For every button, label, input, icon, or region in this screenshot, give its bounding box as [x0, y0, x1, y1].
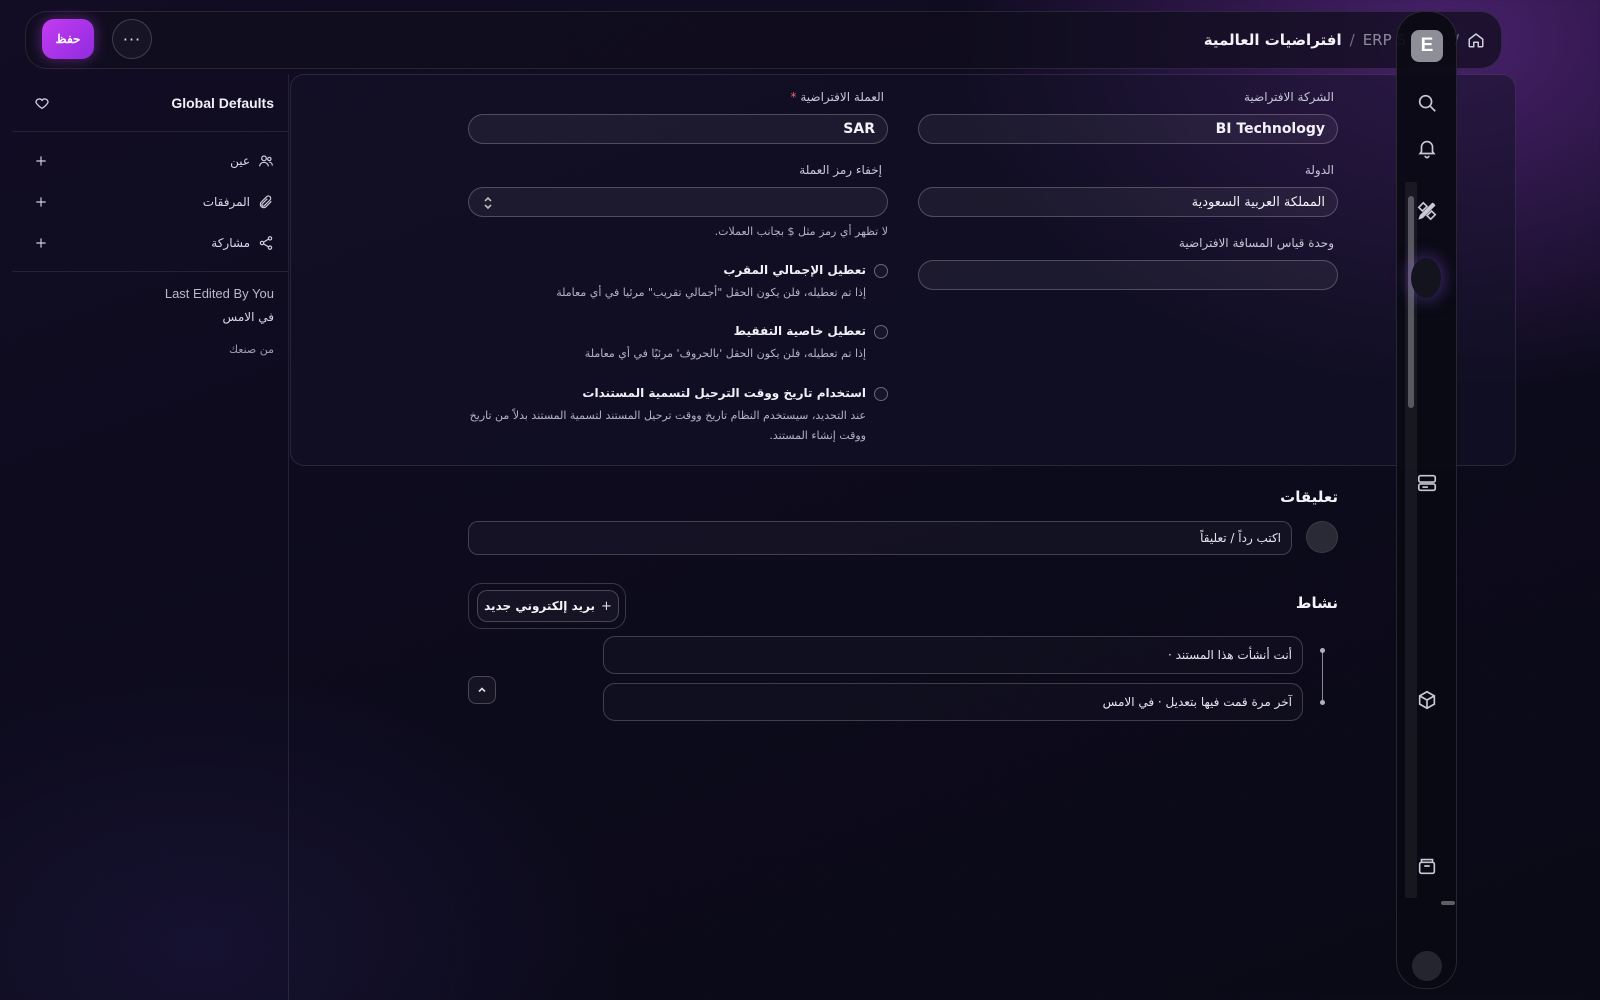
disable-in-words-title: تعطيل خاصية التفقيط	[733, 324, 866, 338]
plus-icon[interactable]	[34, 195, 48, 209]
sidebar-item-label: مشاركة	[211, 235, 250, 250]
activity-heading: نشاط	[1295, 594, 1338, 612]
distance-uom-label: وحدة قياس المسافة الافتراضية	[1178, 236, 1334, 250]
disable-rounded-total-checkbox[interactable]	[874, 264, 888, 278]
use-posting-datetime-row: استخدام تاريخ ووقت الترحيل لتسمية المستن…	[470, 386, 866, 446]
default-company-field[interactable]: BI Technology	[918, 114, 1338, 144]
sidebar-title: Global Defaults	[171, 94, 274, 111]
timeline-line	[1322, 648, 1323, 704]
heart-icon[interactable]	[34, 95, 50, 111]
disable-rounded-total-row: تعطيل الإجمالي المقرب إذا تم تعطيله، فلن…	[556, 263, 866, 303]
last-edited-label: Last Edited By You	[164, 286, 274, 301]
search-icon[interactable]	[1416, 92, 1438, 114]
new-email-button-wrapper: + بريد إلكتروني جديد	[468, 583, 626, 629]
users-icon	[259, 154, 273, 166]
scrollbar-thumb[interactable]	[1408, 196, 1414, 408]
disable-in-words-description: إذا تم تعطيله، فلن يكون الحقل 'بالحروف' …	[584, 347, 866, 360]
disable-rounded-total-description: إذا تم تعطيله، فلن يكون الحقل "أجمالي تق…	[556, 286, 866, 299]
horizontal-scroll-thumb[interactable]	[1441, 901, 1455, 905]
hide-currency-symbol-help: لا تظهر أي رمز مثل $ بجانب العملات.	[714, 225, 888, 238]
default-currency-field[interactable]: SAR	[468, 114, 888, 144]
save-button[interactable]: حفظ	[42, 19, 94, 59]
sidebar-meta: Last Edited By You في الامس من صنعك	[12, 272, 288, 356]
avatar	[1306, 521, 1338, 553]
comments-heading: تعليقات	[1280, 488, 1338, 506]
sidebar-item-assign[interactable]: عين	[12, 140, 288, 181]
sidebar: Global Defaults عين المرفقات مشاركة Last	[12, 74, 289, 1000]
paperclip-icon	[259, 194, 272, 208]
sidebar-actions: عين المرفقات مشاركة	[12, 132, 288, 272]
sidebar-item-label: عين	[230, 153, 250, 168]
top-bar: حفظ ··· افتراضيات العالمية / ERP S /	[25, 11, 1502, 69]
country-label: الدولة	[1304, 163, 1334, 177]
timeline-dot	[1320, 700, 1325, 705]
select-arrows-icon	[484, 196, 492, 210]
disable-in-words-checkbox[interactable]	[874, 325, 888, 339]
hide-currency-symbol-select[interactable]	[468, 187, 888, 217]
avatar[interactable]	[1412, 951, 1442, 981]
use-posting-datetime-title: استخدام تاريخ ووقت الترحيل لتسمية المستن…	[582, 386, 866, 400]
disable-in-words-row: تعطيل خاصية التفقيط إذا تم تعطيله، فلن ي…	[585, 324, 866, 364]
sidebar-header: Global Defaults	[12, 74, 288, 132]
bell-icon[interactable]	[1416, 137, 1438, 159]
more-options-button[interactable]: ···	[112, 19, 152, 59]
default-currency-label: العملة الافتراضية *	[790, 90, 885, 104]
breadcrumb-current-page[interactable]: افتراضيات العالمية	[1204, 31, 1342, 49]
collapse-button[interactable]	[468, 676, 496, 704]
timeline-dot	[1320, 648, 1325, 653]
assistant-orb[interactable]	[1411, 258, 1441, 298]
sidebar-item-attachments[interactable]: المرفقات	[12, 181, 288, 222]
share-icon	[259, 235, 273, 250]
right-panel: E	[1396, 11, 1457, 989]
use-posting-datetime-checkbox[interactable]	[874, 387, 888, 401]
distance-uom-field[interactable]	[918, 260, 1338, 290]
use-posting-datetime-description: عند التحديد، سيستخدم النظام تاريخ ووقت ت…	[469, 409, 866, 442]
app-logo[interactable]: E	[1411, 30, 1443, 62]
created-by-label: من صنعك	[229, 343, 274, 356]
activity-item: آخر مرة قمت فيها بتعديل · في الامس	[603, 683, 1303, 721]
activity-item: أنت أنشأت هذا المستند ·	[603, 636, 1303, 674]
plus-icon: +	[600, 598, 612, 614]
default-company-label: الشركة الافتراضية	[1243, 90, 1334, 104]
last-edited-time: في الامس	[222, 310, 274, 324]
home-icon[interactable]	[1467, 31, 1485, 49]
archive-icon[interactable]	[1416, 855, 1438, 877]
country-field[interactable]: المملكة العربية السعودية	[918, 187, 1338, 217]
design-tools-icon[interactable]	[1416, 200, 1438, 222]
plus-icon[interactable]	[34, 236, 48, 250]
chevron-up-icon	[478, 687, 486, 693]
hide-currency-symbol-label: إخفاء رمز العملة	[799, 163, 882, 177]
comment-input[interactable]: اكتب رداً / تعليقاً	[468, 521, 1292, 555]
server-icon[interactable]	[1416, 472, 1438, 494]
plus-icon[interactable]	[34, 154, 48, 168]
box-icon[interactable]	[1416, 689, 1438, 711]
new-email-label: بريد إلكتروني جديد	[484, 599, 595, 613]
sidebar-item-label: المرفقات	[202, 194, 250, 209]
disable-rounded-total-title: تعطيل الإجمالي المقرب	[723, 263, 866, 277]
new-email-button[interactable]: + بريد إلكتروني جديد	[477, 590, 619, 622]
sidebar-item-share[interactable]: مشاركة	[12, 222, 288, 263]
